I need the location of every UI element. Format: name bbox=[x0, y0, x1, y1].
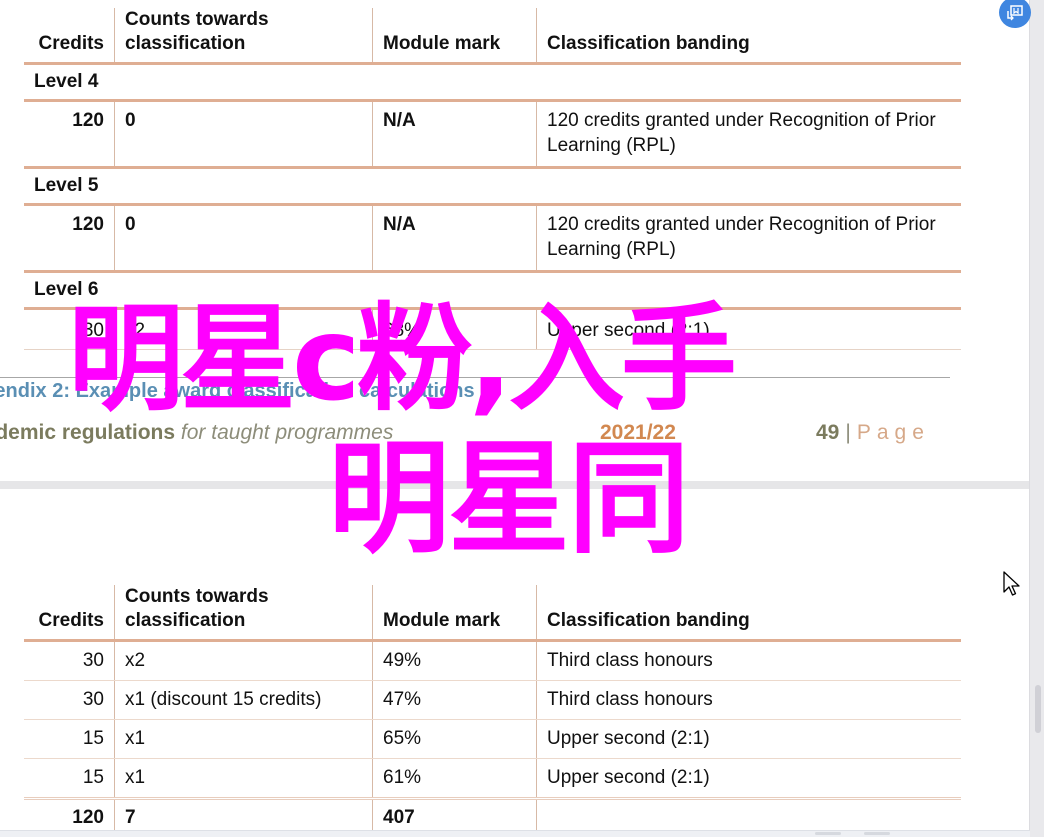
scrollbar-nub[interactable] bbox=[864, 832, 890, 835]
page-number: 49 bbox=[816, 421, 840, 444]
horizontal-scrollbar[interactable] bbox=[0, 830, 1030, 837]
scrollbar-nub[interactable] bbox=[815, 832, 841, 835]
cell-counts: x2 bbox=[114, 640, 373, 681]
level-4-label: Level 4 bbox=[24, 63, 961, 102]
watermark-text-line-1: 明星c粉,入手 bbox=[68, 292, 737, 427]
cell-credits: 30 bbox=[24, 680, 115, 720]
cell-banding: Upper second (2:1) bbox=[536, 758, 961, 800]
watermark-text-line-2: 明星同 bbox=[328, 428, 690, 570]
cell-counts: x1 bbox=[114, 719, 373, 759]
table-row: 15 x1 65% Upper second (2:1) bbox=[24, 719, 961, 759]
cell-banding: Upper second (2:1) bbox=[536, 719, 961, 759]
table-header-row: Credits Counts towards classification Mo… bbox=[24, 8, 961, 65]
header-banding: Classification banding bbox=[536, 585, 961, 642]
cell-counts: 0 bbox=[114, 204, 373, 273]
header-module-mark: Module mark bbox=[372, 585, 537, 642]
classification-table-page-2: Credits Counts towards classification Mo… bbox=[24, 585, 961, 834]
header-counts: Counts towards classification bbox=[114, 8, 373, 65]
header-credits: Credits bbox=[24, 8, 115, 65]
cell-credits: 30 bbox=[24, 640, 115, 681]
header-counts: Counts towards classification bbox=[114, 585, 373, 642]
header-banding: Classification banding bbox=[536, 8, 961, 65]
cell-counts: 0 bbox=[114, 100, 373, 169]
vertical-scrollbar[interactable] bbox=[1029, 0, 1044, 837]
footer-page-number: 49 | Page bbox=[816, 421, 930, 445]
total-module-mark: 407 bbox=[372, 798, 537, 834]
cell-module-mark: 47% bbox=[372, 680, 537, 720]
table-header-row: Credits Counts towards classification Mo… bbox=[24, 585, 961, 642]
cell-module-mark: N/A bbox=[372, 204, 537, 273]
page-word: Page bbox=[856, 421, 930, 444]
cell-credits: 15 bbox=[24, 758, 115, 800]
cell-banding: 120 credits granted under Recognition of… bbox=[536, 204, 961, 273]
scrollbar-thumb[interactable] bbox=[1035, 685, 1041, 733]
level-5-label: Level 5 bbox=[24, 167, 961, 206]
cell-banding: Third class honours bbox=[536, 640, 961, 681]
cell-module-mark: 65% bbox=[372, 719, 537, 759]
header-credits: Credits bbox=[24, 585, 115, 642]
cell-banding: 120 credits granted under Recognition of… bbox=[536, 100, 961, 169]
header-module-mark: Module mark bbox=[372, 8, 537, 65]
total-credits: 120 bbox=[24, 798, 115, 834]
cell-credits: 15 bbox=[24, 719, 115, 759]
level-heading-row: Level 5 bbox=[24, 167, 961, 206]
page-separator: | bbox=[845, 421, 851, 444]
total-banding bbox=[537, 799, 962, 835]
mouse-pointer-icon bbox=[1003, 571, 1021, 604]
level-heading-row: Level 4 bbox=[24, 63, 961, 102]
save-to-collection-icon bbox=[1007, 4, 1023, 20]
cell-banding: Third class honours bbox=[536, 680, 961, 720]
cell-module-mark: 49% bbox=[372, 640, 537, 681]
table-row: 30 x2 49% Third class honours bbox=[24, 640, 961, 681]
table-row: 15 x1 61% Upper second (2:1) bbox=[24, 758, 961, 800]
table-row: 120 0 N/A 120 credits granted under Reco… bbox=[24, 204, 961, 273]
table-row: 120 0 N/A 120 credits granted under Reco… bbox=[24, 100, 961, 169]
table-row: 30 x1 (discount 15 credits) 47% Third cl… bbox=[24, 680, 961, 720]
cell-counts: x1 bbox=[114, 758, 373, 800]
cell-counts: x1 (discount 15 credits) bbox=[114, 680, 373, 720]
table-total-row: 120 7 407 bbox=[24, 798, 962, 835]
cell-credits: 120 bbox=[24, 100, 115, 169]
cell-credits: 120 bbox=[24, 204, 115, 273]
cell-module-mark: N/A bbox=[372, 100, 537, 169]
total-counts: 7 bbox=[114, 798, 373, 834]
cell-module-mark: 61% bbox=[372, 758, 537, 800]
